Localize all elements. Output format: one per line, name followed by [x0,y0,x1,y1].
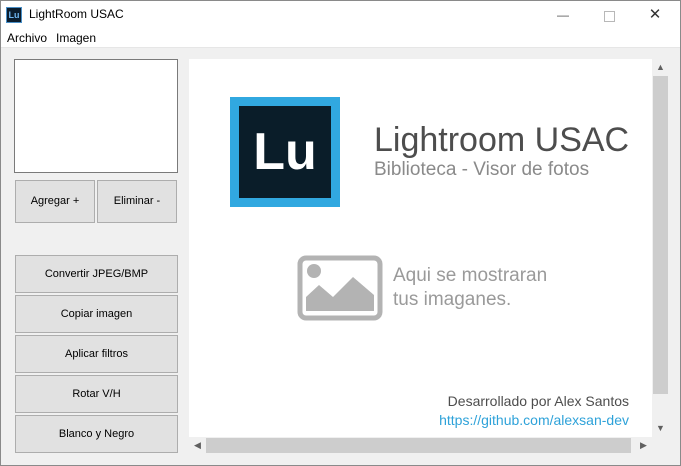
author-text: Desarrollado por Alex Santos [447,393,629,409]
credits: Desarrollado por Alex Santos https://git… [439,392,629,430]
image-list[interactable] [14,59,178,173]
horizontal-scroll-thumb[interactable] [206,438,631,453]
black-white-button[interactable]: Blanco y Negro [15,415,178,453]
vertical-scrollbar[interactable]: ▲ ▼ [652,59,669,437]
convert-button[interactable]: Convertir JPEG/BMP [15,255,178,293]
logo-text: Lu [239,106,331,198]
menu-imagen[interactable]: Imagen [56,31,96,45]
scrollbar-corner [652,437,669,454]
scroll-up-icon[interactable]: ▲ [652,59,669,76]
delete-button[interactable]: Eliminar - [97,180,177,223]
window-title: LightRoom USAC [29,7,124,21]
title-bar[interactable]: Lu LightRoom USAC — ✕ [1,1,680,29]
copy-image-button[interactable]: Copiar imagen [15,295,178,333]
menu-archivo[interactable]: Archivo [7,31,47,45]
app-logo-icon: Lu [6,7,22,23]
github-link[interactable]: https://github.com/alexsan-dev [439,411,629,430]
placeholder-message: Aqui se mostraran tus imaganes. [393,264,547,312]
maximize-button[interactable] [586,1,632,29]
image-placeholder-icon [297,255,383,321]
placeholder-line-1: Aqui se mostraran [393,265,548,286]
menu-bar: Archivo Imagen [1,29,680,48]
apply-filters-button[interactable]: Aplicar filtros [15,335,178,373]
minimize-button[interactable]: — [540,1,586,29]
close-button[interactable]: ✕ [632,1,678,29]
rotate-button[interactable]: Rotar V/H [15,375,178,413]
minimize-icon: — [557,8,569,22]
scroll-down-icon[interactable]: ▼ [652,420,669,437]
scroll-left-icon[interactable]: ◀ [189,437,206,454]
maximize-icon [603,10,615,22]
viewer-subtitle: Biblioteca - Visor de fotos [374,159,590,180]
close-icon: ✕ [648,6,662,23]
add-button[interactable]: Agregar + [15,180,95,223]
horizontal-scrollbar[interactable]: ◀ ▶ [189,437,652,454]
viewer-title: Lightroom USAC [374,121,630,159]
placeholder-line-2: tus imaganes. [393,289,512,310]
lightroom-logo-icon: Lu [230,97,340,207]
app-window: Lu LightRoom USAC — ✕ Archivo Imagen Agr… [0,0,681,466]
image-viewer[interactable]: Lu Lightroom USAC Biblioteca - Visor de … [189,59,669,454]
vertical-scroll-thumb[interactable] [653,76,668,394]
scroll-right-icon[interactable]: ▶ [635,437,652,454]
